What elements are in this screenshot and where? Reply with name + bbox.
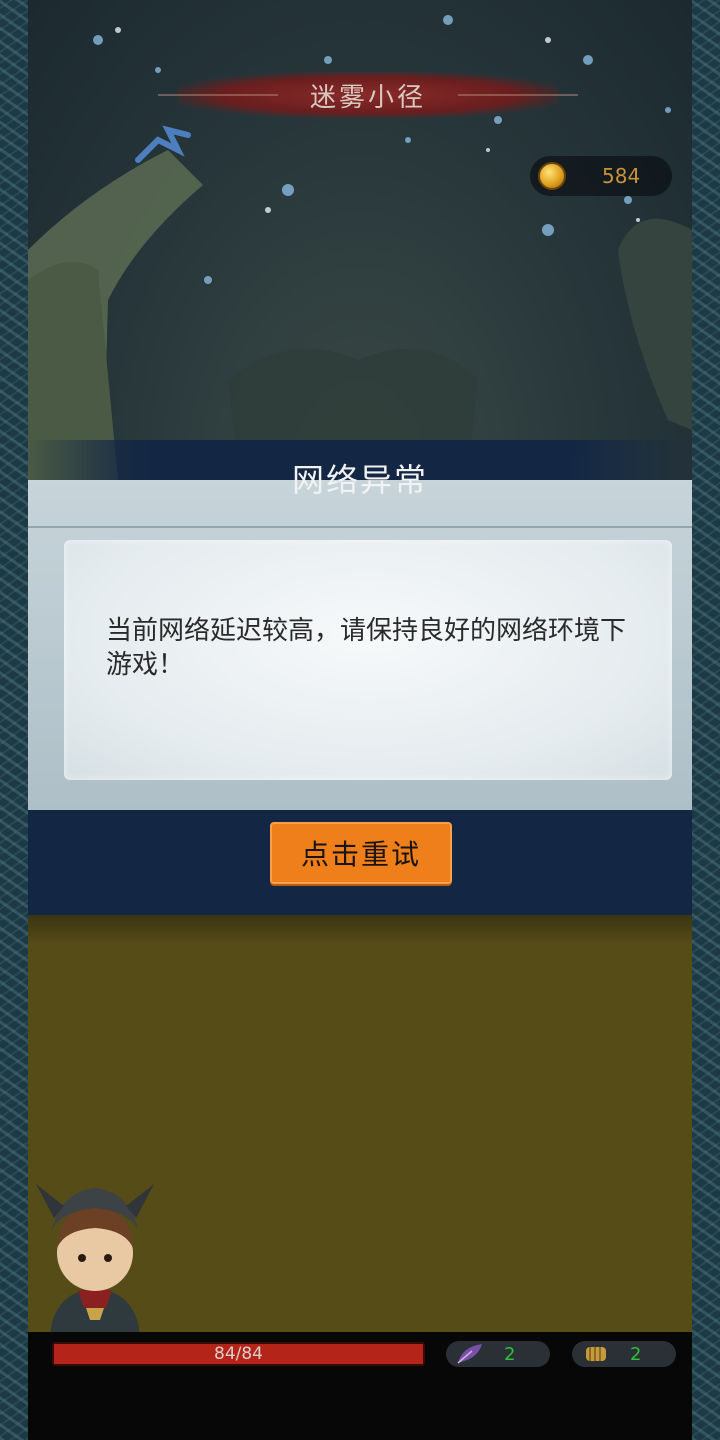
feather-icon [457, 1344, 482, 1364]
hp-bar: 84/84 [52, 1342, 425, 1366]
gold-counter: 584 [530, 156, 672, 196]
stat-feather-value: 2 [504, 1343, 516, 1365]
hero-avatar[interactable] [30, 1168, 160, 1338]
location-banner: 迷雾小径 [158, 72, 578, 118]
game-scene: 迷雾小径 584 网络异常 当前网络延迟较高，请保持良好的网络环境下游戏！ 点击… [28, 0, 692, 1440]
retry-button[interactable]: 点击重试 [270, 822, 452, 884]
location-title: 迷雾小径 [309, 82, 426, 113]
stat-feather: 2 [446, 1341, 550, 1367]
left-decorative-frame [0, 0, 28, 1440]
dialog-title: 网络异常 [291, 461, 428, 499]
dialog-message: 当前网络延迟较高，请保持良好的网络环境下游戏！ [106, 616, 627, 680]
stat-fist: 2 [572, 1341, 676, 1367]
stat-fist-value: 2 [630, 1343, 642, 1365]
fist-icon [586, 1347, 606, 1361]
right-decorative-frame [692, 0, 720, 1440]
hp-text: 84/84 [214, 1344, 263, 1364]
gold-amount: 584 [602, 164, 641, 188]
gold-coin-icon [538, 162, 566, 190]
